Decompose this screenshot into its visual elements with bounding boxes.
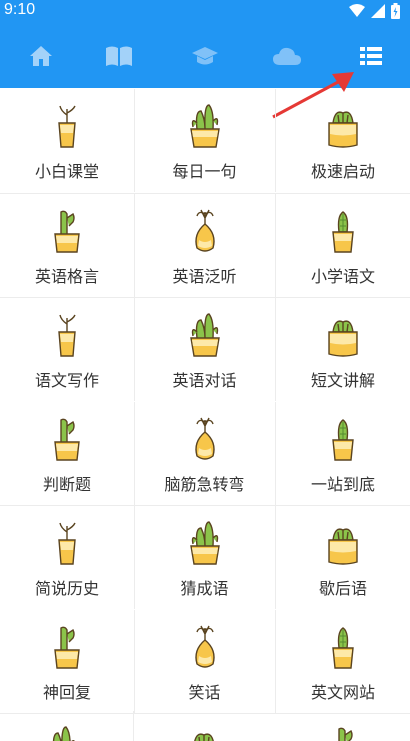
round-vase-plant-icon: [321, 414, 365, 464]
grid-item-label: 小学语文: [310, 266, 375, 286]
status-time: 9:10: [4, 1, 36, 18]
cactus-box-icon: [45, 310, 89, 360]
battery-icon: [391, 3, 400, 19]
grid-item-label: 小白课堂: [34, 162, 99, 181]
grid-item-label: 极速启动: [310, 162, 375, 181]
succulent-partial-icon: [323, 723, 367, 741]
aloe-pot-icon: [321, 518, 365, 568]
cactus-planter-icon: [183, 414, 227, 464]
grid-item-label: 一站到底: [310, 474, 375, 494]
status-bar: 9:10: [0, 0, 410, 24]
graduation-cap-icon: [192, 47, 218, 65]
grid-item-label: 猜成语: [180, 579, 229, 598]
nav-tab-book[interactable]: [78, 24, 160, 88]
grid-item[interactable]: 短文讲解: [276, 298, 410, 401]
list-icon: [360, 47, 382, 65]
grid-row: 简说历史 猜成语 歇后语: [0, 506, 410, 610]
partial-row: [0, 711, 410, 741]
grid-row: 语文写作 英语对话 短文讲解: [0, 298, 410, 402]
grid-item-label: 判断题: [42, 474, 91, 494]
grid-item[interactable]: 小学语文: [276, 194, 410, 297]
grid-item-label: 简说历史: [34, 579, 99, 598]
grid-item[interactable]: 简说历史: [0, 506, 135, 609]
sprout-vase-icon: [321, 622, 365, 672]
grid-item-label: 英文网站: [310, 682, 375, 702]
succulent-bowl-icon: [45, 206, 89, 256]
grid-item-label: 语文写作: [34, 371, 99, 390]
signal-icon: [371, 4, 385, 18]
cactus-partial-icon: [40, 723, 84, 741]
tall-cactus-icon: [45, 518, 89, 568]
grid-item[interactable]: 一站到底: [276, 402, 410, 505]
grid-item-label: 笑话: [188, 682, 221, 702]
grid-row: 判断题 脑筋急转弯 一站到底: [0, 401, 410, 506]
system-icons: [349, 3, 400, 19]
grid-item-label: 英语泛听: [172, 266, 237, 286]
grid-item-label: 脑筋急转弯: [164, 474, 245, 494]
nav-tab-graduation[interactable]: [164, 24, 246, 88]
succulent-crate-icon: [321, 206, 365, 256]
feature-grid: 小白课堂 每日一句 极速启动英语格言 英语泛听 小学语文语文写作 英语对话 短文讲解判断题 脑…: [0, 89, 410, 714]
grid-item[interactable]: 英语对话: [134, 298, 276, 401]
grid-item[interactable]: 神回复: [0, 609, 135, 713]
grid-item[interactable]: 判断题: [0, 401, 135, 505]
grid-item[interactable]: 猜成语: [134, 506, 276, 609]
grass-pot-icon: [183, 206, 227, 256]
grid-item-label: 短文讲解: [310, 371, 375, 390]
grid-item[interactable]: 极速启动: [276, 89, 410, 192]
grid-item[interactable]: 笑话: [134, 609, 276, 713]
grid-item-label: 神回复: [42, 682, 91, 702]
cloud-icon: [273, 47, 301, 65]
flame-vase-icon: [45, 622, 89, 672]
grid-item[interactable]: 英文网站: [276, 610, 410, 713]
grid-row: 神回复 笑话 英文网站: [0, 609, 410, 714]
grid-item-label: 英语格言: [34, 266, 99, 286]
cactus-partial-icon: [182, 723, 226, 741]
grid-item-label: 英语对话: [172, 371, 237, 390]
grid-item[interactable]: 英语格言: [0, 193, 135, 297]
grid-item[interactable]: 语文写作: [0, 298, 135, 401]
grid-item[interactable]: 歇后语: [276, 506, 410, 609]
cactus-pot-icon: [183, 101, 227, 151]
grid-row: 小白课堂 每日一句 极速启动: [0, 89, 410, 194]
grid-item[interactable]: 小白课堂: [0, 89, 135, 192]
home-icon: [30, 46, 52, 66]
bonsai-tree-icon: [321, 310, 365, 360]
succulent-box-icon: [321, 101, 365, 151]
small-succulent-icon: [183, 622, 227, 672]
grid-item[interactable]: 脑筋急转弯: [134, 401, 276, 505]
bulb-sprout-icon: [183, 310, 227, 360]
grid-item[interactable]: 每日一句: [134, 89, 276, 192]
grid-item[interactable]: 英语泛听: [134, 193, 276, 297]
book-icon: [106, 46, 132, 66]
grid-item-label: 歇后语: [318, 579, 367, 598]
cone-plant-icon: [183, 518, 227, 568]
grid-row: 英语格言 英语泛听 小学语文: [0, 193, 410, 298]
wifi-icon: [349, 4, 365, 17]
grid-item-label: 每日一句: [172, 162, 237, 181]
cactus-chair-icon: [45, 414, 89, 464]
nav-tab-home[interactable]: [0, 24, 82, 88]
plant-sprout-icon: [45, 101, 89, 151]
grid-divider: [133, 711, 134, 741]
